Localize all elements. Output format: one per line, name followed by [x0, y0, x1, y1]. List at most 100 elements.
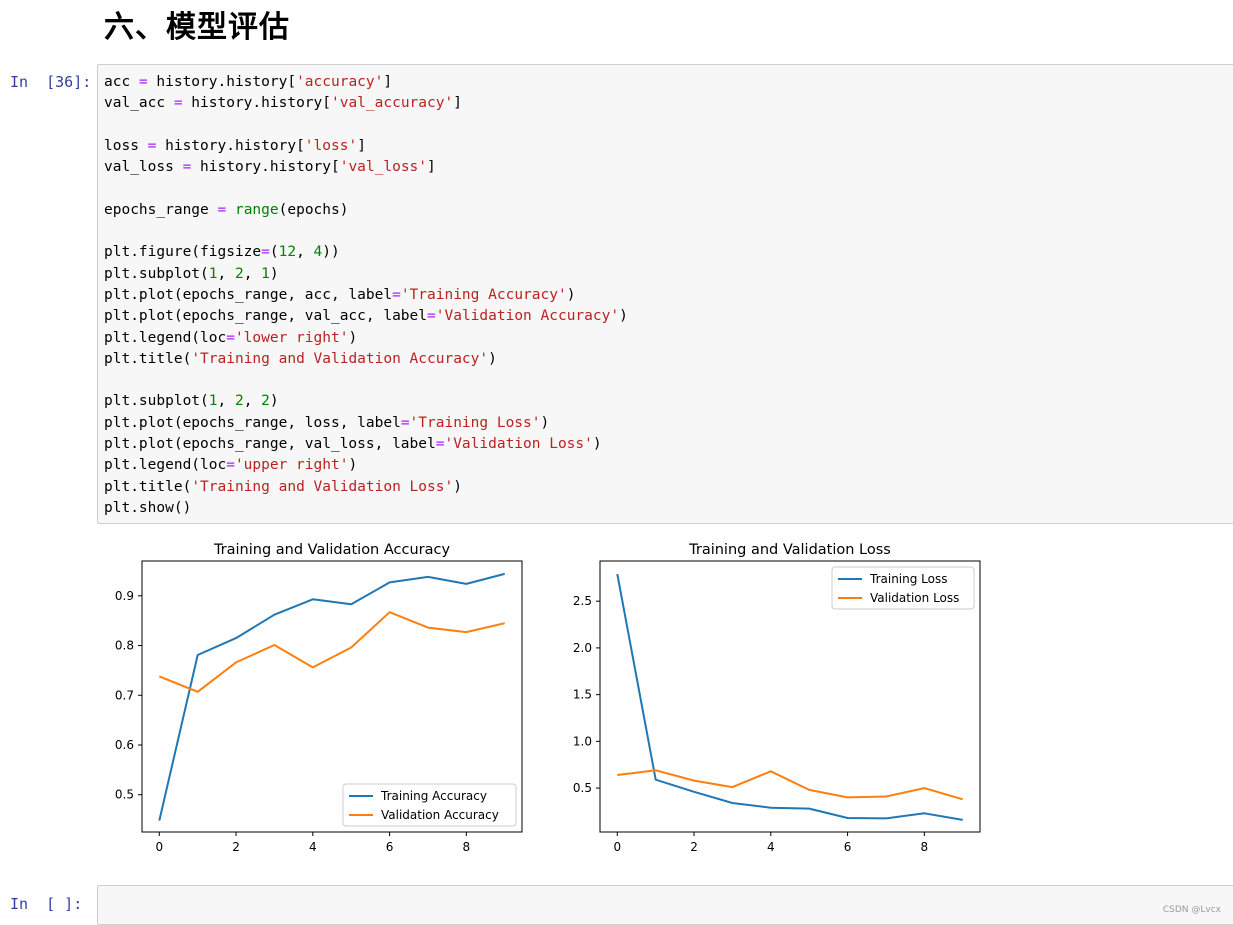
code-token: =: [392, 286, 401, 303]
code-token: plt.plot(epochs_range, val_loss, label: [104, 436, 436, 453]
code-token: 'Training Loss': [409, 414, 541, 431]
code-line: plt.figure(figsize=(12, 4)): [104, 244, 340, 260]
code-token: range: [234, 201, 279, 218]
code-token: 'Training Accuracy': [400, 286, 567, 303]
code-token: 'lower right': [234, 329, 349, 346]
code-token: plt.title(: [104, 478, 192, 495]
code-token: acc: [104, 74, 139, 90]
code-line: plt.subplot(1, 2, 2): [104, 393, 279, 409]
code-token: ): [348, 329, 358, 346]
code-token: (: [269, 244, 279, 261]
code-token: ): [348, 457, 358, 474]
legend-label: Training Accuracy: [380, 789, 487, 803]
x-tick-label: 4: [309, 840, 317, 854]
code-line: plt.plot(epochs_range, val_acc, label='V…: [104, 308, 628, 324]
legend-label: Training Loss: [869, 572, 947, 586]
cell-output: Training and Validation Accuracy 0 2 4 6 8 0.5…: [97, 530, 997, 870]
code-editor[interactable]: acc = history.history['accuracy'] val_ac…: [104, 72, 628, 519]
code-token: ): [592, 436, 602, 453]
code-token: plt.plot(epochs_range, acc, label: [104, 286, 393, 303]
code-token: 1: [261, 265, 270, 282]
x-tick-label: 8: [463, 840, 471, 854]
code-line: val_acc = history.history['val_accuracy'…: [104, 95, 462, 111]
code-line: loss = history.history['loss']: [104, 138, 366, 154]
x-tick-label: 4: [767, 840, 775, 854]
chart-title: Training and Validation Accuracy: [213, 542, 451, 558]
code-token: ): [269, 393, 279, 410]
x-tick-label: 6: [386, 840, 394, 854]
code-token: ]: [427, 159, 436, 176]
section-heading: 六、模型评估: [104, 10, 290, 45]
code-token: ,: [217, 393, 235, 410]
code-token: 'loss': [304, 137, 358, 154]
x-tick-label: 2: [690, 840, 698, 854]
code-token: history.history[: [147, 74, 297, 90]
code-line: epochs_range = range(epochs): [104, 202, 348, 218]
y-tick-label: 2.5: [573, 594, 592, 608]
y-tick-label: 0.8: [115, 639, 134, 653]
y-tick-label: 0.5: [115, 788, 134, 802]
code-token: history.history[: [191, 159, 340, 176]
legend-label: Validation Accuracy: [381, 808, 499, 822]
code-token: =: [173, 95, 183, 112]
code-token: ): [566, 286, 576, 303]
code-token: ,: [217, 265, 235, 282]
code-line: plt.plot(epochs_range, loss, label='Trai…: [104, 415, 549, 431]
code-token: 'Validation Accuracy': [435, 308, 620, 325]
code-line: plt.plot(epochs_range, val_loss, label='…: [104, 436, 602, 452]
x-tick-label: 0: [613, 840, 621, 854]
y-tick-label: 1.0: [573, 734, 592, 748]
code-token: 4: [313, 244, 323, 261]
code-line: acc = history.history['accuracy']: [104, 74, 392, 90]
code-line: plt.legend(loc='lower right'): [104, 330, 357, 346]
code-token: plt.title(: [104, 350, 192, 367]
code-token: ): [540, 414, 550, 431]
code-token: val_loss: [104, 159, 183, 176]
code-token: ,: [243, 265, 262, 282]
y-tick-label: 0.7: [115, 688, 134, 702]
code-token: history.history[: [156, 137, 305, 154]
y-tick-label: 0.9: [115, 589, 134, 603]
code-token: 12: [278, 244, 297, 261]
code-token: =: [182, 159, 192, 176]
x-tick-label: 8: [921, 840, 929, 854]
code-token: ): [453, 478, 462, 495]
code-line: plt.legend(loc='upper right'): [104, 457, 357, 473]
code-token: 'Training and Validation Accuracy': [191, 350, 489, 367]
code-token: 'val_loss': [339, 159, 428, 176]
code-token: 2: [234, 265, 244, 282]
code-line: plt.plot(epochs_range, acc, label='Train…: [104, 287, 575, 303]
code-cell[interactable]: acc = history.history['accuracy'] val_ac…: [97, 64, 1233, 524]
cell-prompt: In [36]:: [10, 73, 92, 91]
code-token: 1: [208, 393, 218, 410]
x-tick-label: 0: [155, 840, 163, 854]
chart-title: Training and Validation Loss: [688, 542, 891, 558]
code-token: ]: [383, 74, 393, 90]
code-token: plt.plot(epochs_range, loss, label: [104, 414, 401, 431]
y-tick-label: 0.5: [573, 781, 592, 795]
empty-code-cell[interactable]: [97, 885, 1233, 925]
code-token: 'upper right': [234, 457, 349, 474]
code-token: ,: [296, 244, 314, 261]
code-token: loss: [104, 137, 148, 154]
y-tick-label: 1.5: [573, 688, 592, 702]
code-token: epochs_range: [104, 201, 218, 218]
code-token: 2: [234, 393, 244, 410]
code-token: plt.figure(figsize: [104, 244, 262, 261]
accuracy-chart: Training and Validation Accuracy 0 2 4 6 8 0.5…: [115, 542, 523, 854]
code-line: plt.title('Training and Validation Loss'…: [104, 479, 462, 495]
code-line: plt.show(): [104, 500, 191, 516]
code-token: 'val_accuracy': [330, 95, 454, 112]
code-token: ): [619, 308, 628, 325]
code-token: plt.subplot(: [104, 393, 209, 410]
code-token: =: [138, 74, 148, 90]
code-line: plt.title('Training and Validation Accur…: [104, 351, 497, 367]
code-token: (epochs): [278, 201, 349, 218]
code-token: history.history[: [182, 95, 331, 112]
code-token: plt.show(): [104, 499, 192, 516]
code-line: plt.subplot(1, 2, 1): [104, 266, 279, 282]
code-token: ,: [243, 393, 262, 410]
code-token: =: [427, 308, 436, 325]
x-tick-label: 6: [844, 840, 852, 854]
